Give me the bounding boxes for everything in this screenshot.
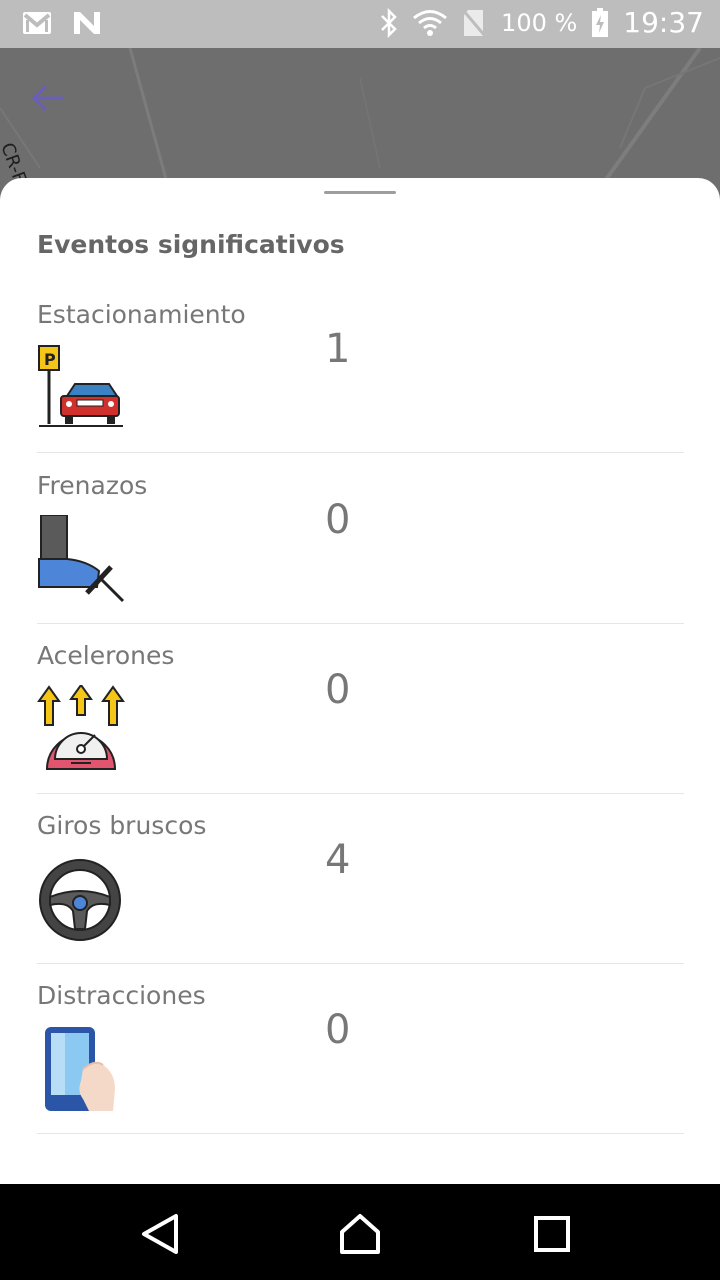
event-row-acelerones: Acelerones 0 xyxy=(37,623,684,794)
sheet-drag-handle[interactable] xyxy=(324,191,396,194)
event-label: Giros bruscos xyxy=(37,811,207,840)
system-nav-bar xyxy=(0,1184,720,1280)
event-count: 1 xyxy=(325,326,351,372)
bluetooth-icon xyxy=(381,7,397,38)
event-row-frenazos: Frenazos 0 xyxy=(37,453,684,624)
back-arrow-icon[interactable] xyxy=(28,78,68,118)
steering-wheel-icon xyxy=(39,859,121,941)
event-count: 4 xyxy=(325,837,351,883)
events-bottom-sheet[interactable]: Eventos significativos Estacionamiento P… xyxy=(0,178,720,1184)
event-row-distracciones: Distracciones 0 xyxy=(37,963,684,1134)
event-label: Frenazos xyxy=(37,471,148,500)
no-sim-icon xyxy=(461,8,487,37)
event-label: Estacionamiento xyxy=(37,300,246,329)
event-row-giros-bruscos: Giros bruscos 4 xyxy=(37,793,684,964)
battery-charging-icon xyxy=(592,7,609,37)
home-icon[interactable] xyxy=(338,1212,382,1256)
clock: 19:37 xyxy=(623,6,704,39)
battery-percent: 100 % xyxy=(501,8,578,37)
phone-hand-icon xyxy=(45,1027,115,1111)
brake-pedal-icon xyxy=(38,515,125,603)
svg-text:P: P xyxy=(44,350,56,369)
event-row-estacionamiento: Estacionamiento P 1 xyxy=(37,282,684,453)
wifi-icon xyxy=(413,9,447,36)
recents-square-icon[interactable] xyxy=(530,1212,574,1256)
event-count: 0 xyxy=(325,667,351,713)
status-bar: 100 % 19:37 xyxy=(0,0,720,48)
n-app-icon xyxy=(74,12,100,34)
event-label: Acelerones xyxy=(37,641,175,670)
sheet-title: Eventos significativos xyxy=(37,230,345,259)
event-count: 0 xyxy=(325,1007,351,1053)
parking-car-icon: P xyxy=(38,345,123,427)
back-triangle-icon[interactable] xyxy=(138,1212,182,1256)
event-count: 0 xyxy=(325,497,351,543)
speedometer-arrows-icon xyxy=(37,685,125,770)
gmail-icon xyxy=(23,12,51,34)
event-label: Distracciones xyxy=(37,981,206,1010)
